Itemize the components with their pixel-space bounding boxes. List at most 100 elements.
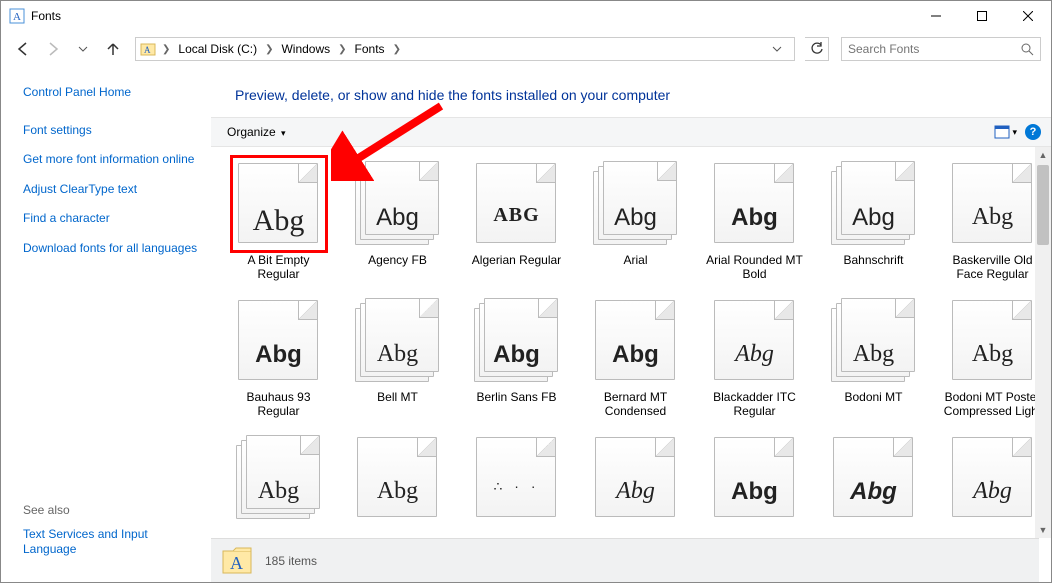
font-sample: Abg: [950, 204, 1036, 231]
font-sample: Abg: [950, 341, 1036, 368]
font-item[interactable]: Abg Bell MT: [340, 294, 455, 423]
font-item[interactable]: ABG Algerian Regular: [459, 157, 574, 286]
up-button[interactable]: [101, 37, 125, 61]
font-label: Berlin Sans FB: [476, 390, 556, 404]
close-button[interactable]: [1005, 1, 1051, 31]
font-item[interactable]: Abg A Bit Empty Regular: [221, 157, 336, 286]
fonts-folder-icon: A: [140, 41, 156, 57]
status-bar: A 185 items: [211, 538, 1039, 582]
font-thumbnail: Abg: [950, 298, 1036, 384]
font-item[interactable]: Abg: [935, 431, 1050, 531]
font-sample: Abg: [831, 341, 917, 368]
title-bar: A Fonts: [1, 1, 1051, 31]
font-thumbnail: Abg: [831, 435, 917, 521]
font-item[interactable]: Abg Bodoni MT Poster Compressed Light: [935, 294, 1050, 423]
sidebar-link-more-info[interactable]: Get more font information online: [23, 152, 201, 168]
font-sample: Abg: [593, 341, 679, 369]
back-button[interactable]: [11, 37, 35, 61]
chevron-right-icon[interactable]: ❯: [160, 44, 172, 55]
recent-dropdown-icon[interactable]: [71, 37, 95, 61]
window-title: Fonts: [31, 9, 61, 23]
minimize-button[interactable]: [913, 1, 959, 31]
font-label: Algerian Regular: [472, 253, 561, 267]
font-thumbnail: Abg: [236, 161, 322, 247]
font-sample: ∴ · ·: [474, 478, 560, 495]
scroll-down-icon[interactable]: ▼: [1035, 522, 1051, 538]
refresh-button[interactable]: [805, 37, 829, 61]
sidebar-link-find-character[interactable]: Find a character: [23, 211, 201, 227]
sidebar-home-link[interactable]: Control Panel Home: [23, 85, 201, 101]
font-item[interactable]: Abg: [578, 431, 693, 531]
font-item[interactable]: AbgAgency FB: [340, 157, 455, 286]
breadcrumb-item[interactable]: Local Disk (C:): [176, 42, 259, 56]
svg-text:A: A: [13, 11, 21, 23]
font-thumbnail: Abg: [236, 435, 322, 521]
breadcrumb-item[interactable]: Fonts: [353, 42, 387, 56]
font-thumbnail: Abg: [712, 298, 798, 384]
scroll-up-icon[interactable]: ▲: [1035, 147, 1051, 163]
search-icon[interactable]: [1020, 42, 1034, 56]
font-thumbnail: Abg: [593, 161, 679, 247]
sidebar: Control Panel Home Font settings Get mor…: [1, 67, 211, 582]
font-label: Bernard MT Condensed: [582, 390, 689, 419]
scrollbar-thumb[interactable]: [1037, 165, 1049, 245]
sidebar-link-font-settings[interactable]: Font settings: [23, 123, 201, 139]
font-sample: Abg: [950, 478, 1036, 505]
font-item[interactable]: Abg: [340, 431, 455, 531]
font-thumbnail: Abg: [355, 435, 441, 521]
chevron-right-icon[interactable]: ❯: [263, 44, 275, 55]
font-label: Bell MT: [377, 390, 418, 404]
font-sample: Abg: [355, 204, 441, 232]
address-dropdown-icon[interactable]: [772, 44, 790, 54]
font-item[interactable]: ∴ · ·: [459, 431, 574, 531]
font-label: A Bit Empty Regular: [225, 253, 332, 282]
sidebar-see-also-link[interactable]: Text Services and Input Language: [23, 527, 201, 558]
font-item[interactable]: Abg Berlin Sans FB: [459, 294, 574, 423]
font-sample: Abg: [474, 341, 560, 369]
font-thumbnail: Abg: [831, 298, 917, 384]
fonts-folder-large-icon: A: [221, 545, 253, 577]
font-item[interactable]: Abg: [697, 431, 812, 531]
sidebar-link-cleartype[interactable]: Adjust ClearType text: [23, 182, 201, 198]
font-item[interactable]: Abg: [221, 431, 336, 531]
font-thumbnail: Abg: [831, 161, 917, 247]
font-label: Bauhaus 93 Regular: [225, 390, 332, 419]
organize-menu[interactable]: Organize ▾: [221, 123, 292, 141]
font-sample: Abg: [236, 341, 322, 369]
sidebar-link-download[interactable]: Download fonts for all languages: [23, 241, 201, 257]
font-item[interactable]: AbgBlackadder ITC Regular: [697, 294, 812, 423]
fonts-app-icon: A: [9, 8, 25, 24]
font-thumbnail: Abg: [236, 298, 322, 384]
font-item[interactable]: AbgBahnschrift: [816, 157, 931, 286]
page-heading: Preview, delete, or show and hide the fo…: [211, 67, 1051, 117]
font-item[interactable]: AbgArial Rounded MT Bold: [697, 157, 812, 286]
svg-text:A: A: [144, 45, 151, 55]
view-options-button[interactable]: ▾: [994, 125, 1017, 139]
command-toolbar: Organize ▾ ▾ ?: [211, 117, 1051, 147]
font-item[interactable]: AbgBaskerville Old Face Regular: [935, 157, 1050, 286]
font-label: Bodoni MT: [844, 390, 902, 404]
search-input[interactable]: [848, 42, 1020, 56]
address-bar[interactable]: A ❯ Local Disk (C:) ❯ Windows ❯ Fonts ❯: [135, 37, 795, 61]
vertical-scrollbar[interactable]: ▲ ▼: [1035, 147, 1051, 538]
font-label: Bodoni MT Poster Compressed Light: [939, 390, 1046, 419]
help-button[interactable]: ?: [1025, 124, 1041, 140]
chevron-right-icon[interactable]: ❯: [391, 44, 403, 55]
font-item[interactable]: Abg Bernard MT Condensed: [578, 294, 693, 423]
font-item[interactable]: Abg Bauhaus 93 Regular: [221, 294, 336, 423]
font-sample: ABG: [474, 204, 560, 227]
font-sample: Abg: [236, 204, 322, 238]
search-box[interactable]: [841, 37, 1041, 61]
font-sample: Abg: [593, 478, 679, 505]
font-thumbnail: ABG: [474, 161, 560, 247]
forward-button[interactable]: [41, 37, 65, 61]
font-sample: Abg: [355, 341, 441, 368]
font-sample: Abg: [712, 341, 798, 368]
font-item[interactable]: AbgArial: [578, 157, 693, 286]
font-sample: Abg: [236, 478, 322, 505]
maximize-button[interactable]: [959, 1, 1005, 31]
breadcrumb-item[interactable]: Windows: [279, 42, 332, 56]
font-item[interactable]: Abg Bodoni MT: [816, 294, 931, 423]
chevron-right-icon[interactable]: ❯: [336, 44, 348, 55]
font-item[interactable]: Abg: [816, 431, 931, 531]
